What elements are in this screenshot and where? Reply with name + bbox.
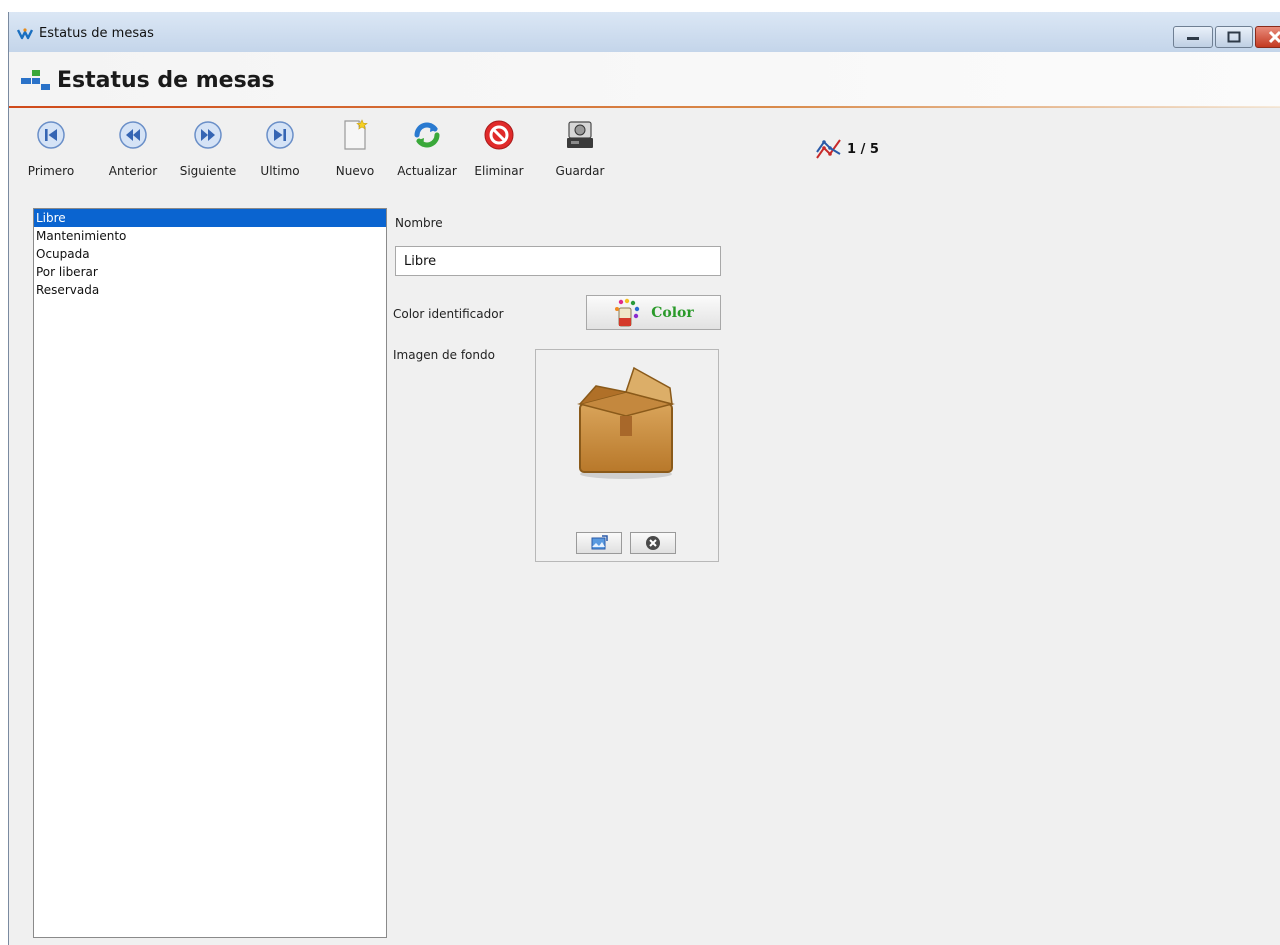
page-header: Estatus de mesas	[9, 52, 1280, 107]
rewind-icon	[119, 121, 147, 149]
skip-last-icon	[266, 121, 294, 149]
last-button[interactable]: Ultimo	[245, 118, 315, 178]
page-title: Estatus de mesas	[57, 68, 275, 93]
previous-button[interactable]: Anterior	[98, 118, 168, 178]
open-image-icon	[591, 535, 608, 550]
new-document-icon	[344, 119, 368, 150]
color-palette-icon	[615, 298, 640, 326]
color-button-label: Color	[651, 304, 694, 321]
refresh-icon	[414, 122, 440, 148]
image-panel	[535, 349, 719, 562]
list-item[interactable]: Libre	[34, 209, 386, 227]
next-label: Siguiente	[179, 164, 237, 178]
delete-button[interactable]: Eliminar	[464, 118, 534, 178]
last-label: Ultimo	[260, 164, 300, 178]
list-item[interactable]: Reservada	[34, 281, 386, 299]
list-item[interactable]: Por liberar	[34, 263, 386, 281]
color-label: Color identificador	[393, 307, 504, 321]
delete-label: Eliminar	[474, 164, 524, 178]
window-title: Estatus de mesas	[39, 26, 154, 41]
save-label: Guardar	[555, 164, 605, 178]
delete-icon	[484, 120, 514, 150]
fast-forward-icon	[194, 121, 222, 149]
name-label: Nombre	[395, 216, 443, 230]
cardboard-box-icon	[577, 366, 675, 479]
app-icon	[17, 28, 33, 40]
record-counter: 1 / 5	[815, 136, 879, 162]
new-label: Nuevo	[335, 164, 375, 178]
list-item[interactable]: Ocupada	[34, 245, 386, 263]
toolbar: Primero Anterior Siguiente Ultimo Nuevo …	[9, 112, 1280, 192]
header-divider	[9, 106, 1280, 108]
clear-image-button[interactable]	[630, 532, 676, 554]
save-disk-icon	[567, 121, 593, 148]
next-button[interactable]: Siguiente	[173, 118, 243, 178]
color-button[interactable]: Color	[586, 295, 721, 330]
previous-label: Anterior	[108, 164, 158, 178]
refresh-label: Actualizar	[397, 164, 457, 178]
minimize-button[interactable]	[1173, 26, 1213, 48]
first-button[interactable]: Primero	[16, 118, 86, 178]
maximize-icon	[1227, 31, 1241, 43]
save-button[interactable]: Guardar	[545, 118, 615, 178]
minimize-icon	[1187, 37, 1199, 40]
skip-first-icon	[37, 121, 65, 149]
list-item[interactable]: Mantenimiento	[34, 227, 386, 245]
app-window: Estatus de mesas Estatus de mesas Primer…	[8, 12, 1280, 945]
name-input[interactable]	[395, 246, 721, 276]
close-icon	[1268, 30, 1280, 44]
first-label: Primero	[27, 164, 75, 178]
title-bar: Estatus de mesas	[9, 12, 1280, 53]
close-window-button[interactable]	[1255, 26, 1280, 48]
record-counter-text: 1 / 5	[847, 141, 879, 157]
image-label: Imagen de fondo	[393, 348, 495, 362]
chart-line-icon	[816, 139, 841, 159]
new-button[interactable]: Nuevo	[320, 118, 390, 178]
maximize-button[interactable]	[1215, 26, 1253, 48]
refresh-button[interactable]: Actualizar	[392, 118, 462, 178]
load-image-button[interactable]	[576, 532, 622, 554]
status-list[interactable]: Libre Mantenimiento Ocupada Por liberar …	[33, 208, 387, 938]
table-status-icon	[21, 70, 50, 90]
clear-icon	[646, 536, 660, 550]
